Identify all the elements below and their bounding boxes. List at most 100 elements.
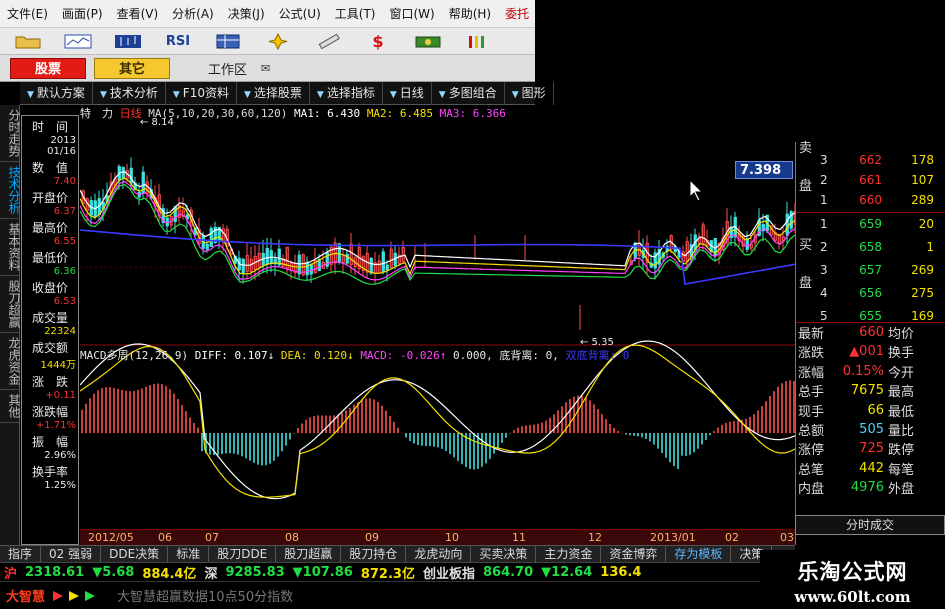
buy-volume: 20 [918, 217, 934, 231]
sidebar-tab[interactable]: 其他 [0, 390, 21, 423]
template-tab[interactable]: 股刀DDE [209, 545, 277, 563]
stat-label: 均价 [888, 327, 915, 342]
sh-index-label[interactable]: 沪 [0, 563, 21, 582]
menu-item[interactable]: 工具(T) [328, 0, 383, 28]
workarea-label[interactable]: 工作区 [208, 59, 247, 78]
menu-item[interactable]: 文件(E) [0, 0, 55, 28]
function-button[interactable]: ▼ F10资料 [166, 81, 237, 105]
menu-item[interactable]: 决策(J) [221, 0, 272, 28]
template-tab[interactable]: 02 强弱 [41, 545, 102, 563]
template-tab[interactable]: 标准 [168, 545, 210, 563]
sell-row[interactable]: 3 662 178 [820, 150, 945, 170]
dropdown-arrow-icon: ▼ [243, 89, 251, 100]
template-tab[interactable]: DDE决策 [101, 545, 169, 563]
app-name[interactable]: 大智慧 [0, 586, 51, 605]
menu-item[interactable]: 窗口(W) [382, 0, 441, 28]
sell-row[interactable]: 2 661 107 [820, 170, 945, 190]
cy-index-label[interactable]: 创业板指 [419, 563, 479, 582]
menu-item[interactable]: 分析(A) [165, 0, 221, 28]
orderbook-divider [796, 212, 945, 213]
template-tab[interactable]: 买卖决策 [471, 545, 537, 563]
crosshair-info-panel: 时 间 2013 01/16 数 值 7.40 开盘价 6.37 最高价 6.55 最低价 6.36… [21, 115, 79, 545]
sz-index-change: ▼107.86 [292, 564, 353, 580]
workarea-mail-icon[interactable]: ✉ [261, 62, 270, 75]
crosshair-tool[interactable] [256, 31, 300, 52]
menu-item[interactable]: 委托 [498, 0, 536, 28]
info-label: 最低价 [31, 251, 68, 265]
sz-index-label[interactable]: 深 [200, 563, 221, 582]
price-cursor-label: 7.398 [735, 161, 793, 179]
info-value: 1.25% [44, 480, 76, 491]
dollar-tool[interactable]: $ [356, 31, 400, 52]
tick-trades-button[interactable]: 分时成交 [795, 515, 945, 535]
rsi-tool[interactable]: RSI [156, 31, 200, 52]
month-label: 08 [285, 531, 299, 544]
line-chart-tool[interactable] [56, 31, 100, 52]
template-tab[interactable]: 资金博弈 [601, 545, 667, 563]
buy-row[interactable]: 3 657 269 [820, 260, 945, 280]
dollar-icon: $ [372, 31, 384, 51]
buy-price: 656 [859, 286, 882, 300]
table-tool[interactable] [206, 31, 250, 52]
ruler-tool[interactable] [306, 31, 350, 52]
template-tab[interactable]: 龙虎动向 [406, 545, 472, 563]
info-value: 22324 [44, 326, 76, 337]
menu-item[interactable]: 画面(P) [55, 0, 110, 28]
stat-value: 0.15% [842, 363, 884, 379]
stat-label: 最新 [798, 327, 825, 342]
candle-body [337, 243, 341, 263]
open-folder-tool[interactable] [6, 31, 50, 52]
template-tab[interactable]: 主力资金 [536, 545, 602, 563]
menu-item[interactable]: 公式(U) [272, 0, 328, 28]
template-tab[interactable]: 股刀超赢 [276, 545, 342, 563]
sidebar-tab[interactable]: 技术分析 [0, 162, 21, 219]
bars-tool[interactable] [456, 31, 500, 52]
sh-index-value: 2318.61 [25, 564, 85, 580]
sz-index-amount: 872.3亿 [360, 566, 415, 582]
sidebar-tab[interactable]: 龙虎资金 [0, 333, 21, 390]
stat-value: 725 [859, 441, 884, 457]
info-label: 数 值 [31, 161, 68, 175]
stock-mode-button[interactable]: 股票 [10, 57, 86, 79]
buy-level: 5 [820, 309, 828, 323]
candle-body [129, 167, 133, 184]
buy-row[interactable]: 4 656 275 [820, 283, 945, 303]
function-button[interactable]: ▼ 技术分析 [93, 81, 166, 105]
money-tool[interactable] [406, 31, 450, 52]
status-bar: 大智慧 大智慧超赢数据10点50分指数 [0, 581, 760, 609]
template-tab[interactable]: 存为模板 [666, 545, 732, 563]
function-button[interactable]: ▼ 日线 [383, 81, 432, 105]
stat-label: 涨幅 [798, 365, 825, 381]
news-marquee[interactable]: 大智慧超赢数据10点50分指数 [111, 586, 293, 605]
month-label: 06 [158, 531, 172, 544]
info-value: 1444万 [40, 360, 76, 371]
function-button[interactable]: ▼ 选择股票 [237, 81, 310, 105]
function-button[interactable]: ▼ 图形 [505, 81, 554, 105]
template-tab[interactable]: 股刀持仓 [341, 545, 407, 563]
kline-tool[interactable] [106, 31, 150, 52]
sell-row[interactable]: 1 660 289 [820, 190, 945, 210]
stat-label: 内盘 [798, 482, 825, 498]
function-button[interactable]: ▼ 多图组合 [432, 81, 505, 105]
buy-price: 658 [859, 240, 882, 254]
sidebar-tab[interactable]: 分时走势 [0, 105, 21, 162]
menu-bar: 文件(E) 画面(P) 查看(V) 分析(A) 决策(J) 公式(U) 工具(T) 窗口(W)… [0, 0, 535, 28]
period-label[interactable]: 日线 [120, 107, 142, 120]
kline-chart[interactable]: ← 8.14← 5.35 [80, 105, 795, 545]
sidebar-tab[interactable]: 股刀超赢 [0, 276, 21, 333]
buy-row[interactable]: 2 658 1 [820, 237, 945, 257]
sidebar-tab[interactable]: 基本资料 [0, 219, 21, 276]
menu-item[interactable]: 查看(V) [110, 0, 166, 28]
other-mode-button[interactable]: 其它 [94, 57, 170, 79]
dropdown-arrow-icon: ▼ [172, 89, 180, 100]
function-button[interactable]: ▼ 默认方案 [20, 81, 93, 105]
menu-item[interactable]: 帮助(H) [442, 0, 498, 28]
function-button[interactable]: ▼ 选择指标 [310, 81, 383, 105]
stat-label: 每笔 [888, 462, 915, 478]
dropdown-arrow-icon: ▼ [511, 89, 519, 100]
template-tab[interactable]: 指序 [0, 545, 42, 563]
buy-row[interactable]: 1 659 20 [820, 214, 945, 234]
sell-level: 3 [820, 153, 828, 167]
stat-label: 换手 [888, 346, 915, 362]
stat-value: 7675 [850, 383, 884, 399]
